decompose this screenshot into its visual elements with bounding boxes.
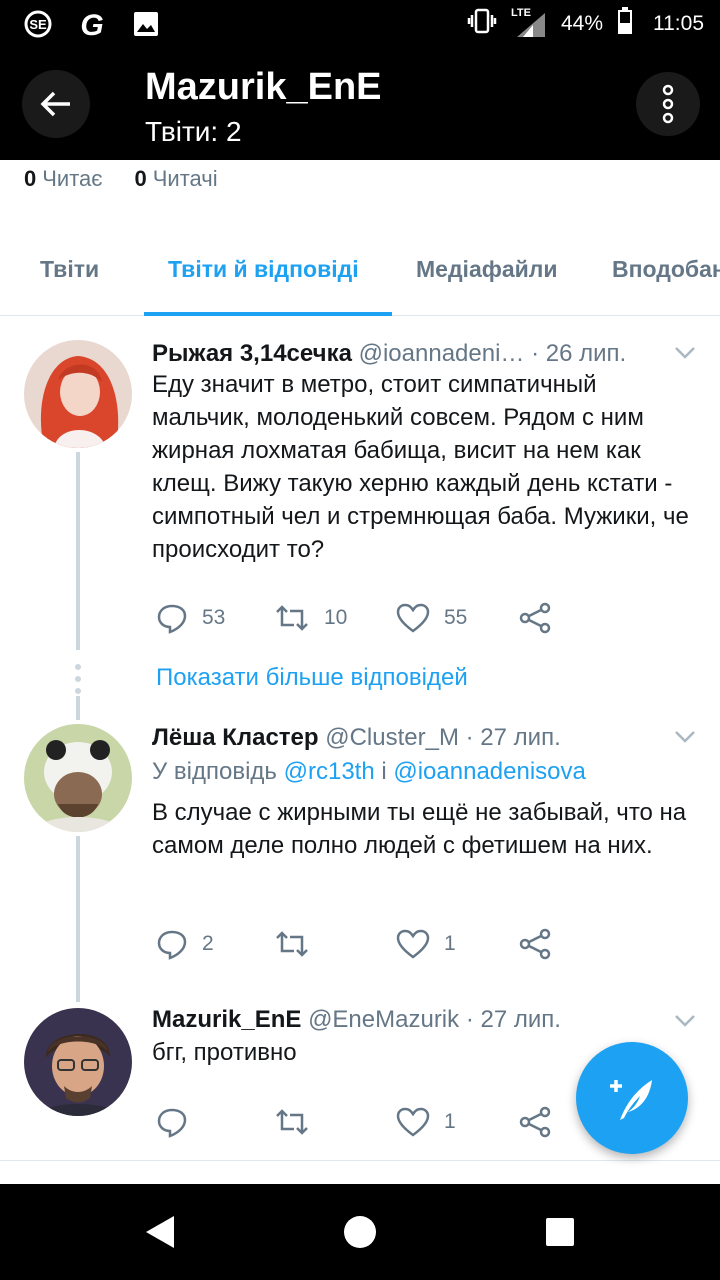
- more-options-button[interactable]: [636, 72, 700, 136]
- tweet-actions: 2 1: [152, 924, 572, 964]
- share-icon: [519, 1106, 551, 1138]
- reply-button[interactable]: [156, 1102, 202, 1142]
- retweet-button[interactable]: [274, 1102, 324, 1142]
- author-name[interactable]: Лёша Кластер: [152, 724, 319, 751]
- nav-recents-button[interactable]: [536, 1208, 584, 1256]
- thread-line: [76, 836, 80, 1002]
- tab-tweets-and-replies[interactable]: Твіти й відповіді: [168, 256, 359, 283]
- heart-icon: [396, 603, 430, 633]
- show-more-replies-link[interactable]: Показати більше відповідей: [156, 664, 468, 692]
- app-notification-icon: SE: [22, 8, 54, 40]
- tweet-actions: 53 10 55: [152, 598, 572, 638]
- back-button[interactable]: [22, 70, 90, 138]
- tweet-text: В случае с жирными ты ещё не забывай, чт…: [152, 799, 687, 859]
- signal-icon: LTE: [511, 7, 547, 39]
- nav-home-button[interactable]: [336, 1208, 384, 1256]
- retweet-count: 10: [324, 606, 348, 629]
- followers-link[interactable]: 0 Читачі: [135, 166, 218, 192]
- avatar[interactable]: [24, 724, 132, 832]
- reply-icon: [157, 604, 187, 634]
- thread-dots: [74, 664, 82, 700]
- svg-text:G: G: [80, 9, 103, 39]
- tweet-header: Лёша Кластер @Cluster_M · 27 лип.: [152, 724, 561, 752]
- tweet-header: Рыжая 3,14сечка @ioannadeni… · 26 лип.: [152, 340, 626, 368]
- battery-icon: [617, 7, 633, 41]
- share-button[interactable]: [518, 598, 552, 638]
- share-button[interactable]: [518, 924, 552, 964]
- reply-count: 2: [202, 932, 214, 955]
- svg-text:SE: SE: [29, 17, 47, 32]
- tab-tweets[interactable]: Твіти: [40, 256, 99, 283]
- app-bar: Mazurik_EnE Твіти: 2: [0, 48, 720, 160]
- thread-line: [76, 696, 80, 720]
- reply-icon: [157, 930, 187, 960]
- thread-line: [76, 452, 80, 650]
- chevron-down-icon[interactable]: [674, 346, 696, 360]
- reply-count: 53: [202, 606, 226, 629]
- avatar[interactable]: [24, 1008, 132, 1116]
- tweet-date: · 27 лип.: [465, 1006, 561, 1033]
- tweet-actions: 1: [152, 1102, 572, 1142]
- page-title: Mazurik_EnE: [145, 66, 382, 108]
- share-icon: [519, 928, 551, 960]
- tweet-date: · 27 лип.: [465, 724, 561, 751]
- arrow-left-icon: [40, 91, 70, 117]
- like-count: 1: [444, 1110, 456, 1133]
- compose-tweet-button[interactable]: [576, 1042, 688, 1154]
- profile-tabs: Твіти Твіти й відповіді Медіафайли Вподо…: [0, 232, 720, 316]
- g-app-notification-icon: G: [76, 8, 108, 40]
- retweet-icon: [276, 931, 308, 957]
- tweet-count: Твіти: 2: [145, 116, 242, 147]
- like-button[interactable]: 1: [396, 924, 456, 964]
- mention-link[interactable]: @rc13th: [284, 758, 375, 785]
- system-nav-bar: [0, 1184, 720, 1280]
- author-name[interactable]: Mazurik_EnE: [152, 1006, 301, 1033]
- mention-link[interactable]: @ioannadenisova: [393, 758, 586, 785]
- like-count: 1: [444, 932, 456, 955]
- avatar[interactable]: [24, 340, 132, 448]
- more-vertical-icon: [662, 84, 674, 124]
- author-handle: @ioannadeni…: [358, 340, 525, 367]
- like-button[interactable]: 55: [396, 598, 467, 638]
- follow-counts: 0 Читає 0 Читачі: [24, 166, 218, 192]
- square-recents-icon: [546, 1218, 574, 1246]
- retweet-button[interactable]: 10: [274, 598, 347, 638]
- tab-likes[interactable]: Вподобан: [612, 256, 720, 283]
- author-handle: @Cluster_M: [325, 724, 459, 751]
- chevron-down-icon[interactable]: [674, 1014, 696, 1028]
- active-tab-indicator: [144, 312, 392, 316]
- author-handle: @EneMazurik: [308, 1006, 460, 1033]
- retweet-button[interactable]: [274, 924, 324, 964]
- battery-percent: 44%: [560, 12, 603, 35]
- compose-feather-icon: [610, 1080, 652, 1120]
- reply-button[interactable]: 53: [156, 598, 225, 638]
- reply-icon: [157, 1108, 187, 1138]
- circle-home-icon: [344, 1216, 376, 1248]
- following-link[interactable]: 0 Читає: [24, 166, 103, 192]
- share-icon: [519, 602, 551, 634]
- reply-context: У відповідь @rc13th і @ioannadenisova: [152, 758, 586, 785]
- tab-media[interactable]: Медіафайли: [416, 256, 558, 283]
- heart-icon: [396, 929, 430, 959]
- tweet-text: Еду значит в метро, стоит симпатичный ма…: [152, 371, 689, 563]
- author-name[interactable]: Рыжая 3,14сечка: [152, 340, 352, 367]
- retweet-icon: [276, 605, 308, 631]
- triangle-back-icon: [146, 1216, 174, 1248]
- vibrate-icon: [467, 8, 497, 40]
- chevron-down-icon[interactable]: [674, 730, 696, 744]
- clock: 11:05: [653, 12, 704, 35]
- heart-icon: [396, 1107, 430, 1137]
- status-bar: SE G LTE 44% 11:05: [0, 0, 720, 48]
- retweet-icon: [276, 1109, 308, 1135]
- image-notification-icon: [130, 8, 162, 40]
- nav-back-button[interactable]: [136, 1208, 184, 1256]
- divider: [0, 1160, 720, 1161]
- share-button[interactable]: [518, 1102, 552, 1142]
- like-button[interactable]: 1: [396, 1102, 456, 1142]
- tweet-date: · 26 лип.: [531, 340, 627, 367]
- reply-button[interactable]: 2: [156, 924, 214, 964]
- like-count: 55: [444, 606, 468, 629]
- tweet-header: Mazurik_EnE @EneMazurik · 27 лип.: [152, 1006, 561, 1034]
